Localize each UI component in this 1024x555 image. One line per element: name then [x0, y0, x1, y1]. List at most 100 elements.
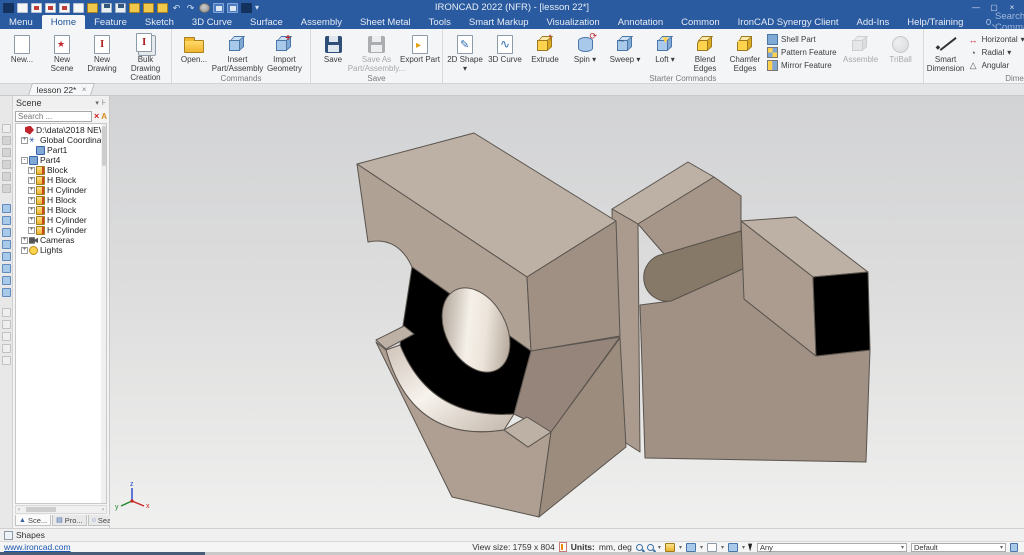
shapes-catalog-bar[interactable]: Shapes: [0, 528, 1024, 541]
export-part-button[interactable]: Export Part: [400, 31, 440, 65]
spin-button[interactable]: ⟳Spin ▾: [565, 31, 605, 65]
dimension-tool-icon[interactable]: [2, 320, 11, 329]
redo-icon[interactable]: ↷: [185, 3, 196, 13]
triball-button[interactable]: TriBall: [881, 31, 921, 65]
tree-item-h-cylinder[interactable]: +H Cylinder: [16, 215, 106, 225]
tab-feature[interactable]: Feature: [85, 15, 136, 29]
tab-3d-curve[interactable]: 3D Curve: [183, 15, 241, 29]
bulk-drawing-icon[interactable]: [59, 3, 70, 13]
tab-visualization[interactable]: Visualization: [538, 15, 609, 29]
docked-tool-icon[interactable]: [2, 160, 11, 169]
tree-item-h-block[interactable]: +H Block: [16, 205, 106, 215]
extrude-button[interactable]: ↑Extrude: [525, 31, 565, 65]
tree-item-h-block[interactable]: +H Block: [16, 175, 106, 185]
tree-item-part1[interactable]: Part1: [16, 145, 106, 155]
assemble-button[interactable]: Assemble: [841, 31, 881, 65]
snapshot-icon[interactable]: [213, 3, 224, 13]
qat-overflow-icon[interactable]: ▾: [255, 3, 259, 12]
new-drawing-icon[interactable]: [45, 3, 56, 13]
tab-home[interactable]: Home: [42, 15, 85, 29]
search-filter-icon[interactable]: A: [101, 112, 107, 121]
chamfer-edges-button[interactable]: Chamfer Edges: [725, 31, 765, 74]
tab-menu[interactable]: Menu: [0, 15, 42, 29]
tree-item-part4[interactable]: -Part4: [16, 155, 106, 165]
tab-annotation[interactable]: Annotation: [609, 15, 672, 29]
smart-dimension-button[interactable]: Smart Dimension: [926, 31, 966, 74]
viewport-3d[interactable]: z x y: [110, 96, 1024, 528]
document-tab[interactable]: lesson 22* ×: [28, 83, 95, 95]
document-tab-close-icon[interactable]: ×: [82, 85, 87, 94]
panel-tab-scene[interactable]: ▲Sce...: [15, 515, 51, 526]
dimension-tool-icon[interactable]: [2, 332, 11, 341]
list-icon[interactable]: [241, 3, 252, 13]
horizontal-dimension-button[interactable]: ↔Horizontal ▾: [968, 34, 1024, 45]
3d-curve-button[interactable]: 3D Curve: [485, 31, 525, 65]
catalog-shape-icon[interactable]: [2, 228, 11, 237]
tree-item-block[interactable]: +Block: [16, 165, 106, 175]
angular-dimension-button[interactable]: △Angular: [968, 60, 1024, 71]
radial-dimension-button[interactable]: ◔Radial ▾: [968, 47, 1024, 58]
docked-tool-icon[interactable]: [2, 136, 11, 145]
save-icon[interactable]: [101, 3, 112, 13]
catalog-shape-icon[interactable]: [2, 276, 11, 285]
zoom-icon[interactable]: [636, 544, 643, 551]
open-button[interactable]: Open...: [174, 31, 214, 65]
catalog-shape-icon[interactable]: [2, 204, 11, 213]
export-icon[interactable]: [157, 3, 168, 13]
open-template-icon[interactable]: [73, 3, 84, 13]
model-lesson22[interactable]: z x y: [110, 96, 1024, 528]
tree-horizontal-scrollbar[interactable]: ‹›: [15, 505, 107, 514]
tree-item-cameras[interactable]: +Cameras: [16, 235, 106, 245]
dimension-tool-icon[interactable]: [2, 344, 11, 353]
new-drawing-button[interactable]: New Drawing: [82, 31, 122, 74]
dimension-tool-icon[interactable]: [2, 356, 11, 365]
2d-shape-button[interactable]: 2D Shape ▾: [445, 31, 485, 74]
insert-part-assembly-button[interactable]: Insert Part/Assembly: [214, 31, 261, 74]
docked-tool-icon[interactable]: [2, 184, 11, 193]
open-folder-icon[interactable]: [87, 3, 98, 13]
save-as-button[interactable]: Save As Part/Assembly...: [353, 31, 400, 74]
tab-common[interactable]: Common: [672, 15, 729, 29]
panel-dropdown-icon[interactable]: ▾: [95, 99, 99, 107]
pattern-feature-button[interactable]: Pattern Feature: [767, 47, 837, 58]
tree-vertical-scrollbar[interactable]: [101, 124, 106, 503]
docked-tool-icon[interactable]: [2, 148, 11, 157]
scene-search-input[interactable]: [15, 111, 92, 122]
catalog-shape-icon[interactable]: [2, 288, 11, 297]
tab-surface[interactable]: Surface: [241, 15, 292, 29]
tab-smart-markup[interactable]: Smart Markup: [460, 15, 538, 29]
blend-edges-button[interactable]: Blend Edges: [685, 31, 725, 74]
tab-sketch[interactable]: Sketch: [136, 15, 183, 29]
sweep-button[interactable]: ~Sweep ▾: [605, 31, 645, 65]
part-body[interactable]: [357, 133, 870, 517]
tree-item-root[interactable]: D:\data\2018 NEW\Word: [16, 125, 106, 135]
tab-assembly[interactable]: Assembly: [292, 15, 351, 29]
tab-add-ins[interactable]: Add-Ins: [848, 15, 899, 29]
tree-item-h-block[interactable]: +H Block: [16, 195, 106, 205]
minimize-button[interactable]: —: [968, 2, 984, 13]
new-button[interactable]: New...: [2, 31, 42, 65]
catalog-shape-icon[interactable]: [2, 240, 11, 249]
perspective-icon[interactable]: [728, 543, 738, 552]
panel-tab-properties[interactable]: ▤Pro...: [52, 515, 87, 526]
configuration-combo[interactable]: Default▾: [911, 543, 1006, 552]
bulk-drawing-creation-button[interactable]: Bulk Drawing Creation: [122, 31, 169, 83]
camera-view-icon[interactable]: [665, 543, 675, 552]
new-scene-button[interactable]: New Scene: [42, 31, 82, 74]
ironcad-website-link[interactable]: www.ironcad.com: [4, 542, 71, 552]
catalog-shape-icon[interactable]: [2, 264, 11, 273]
loft-button[interactable]: ▼Loft ▾: [645, 31, 685, 65]
render-icon[interactable]: [199, 3, 210, 13]
new-icon[interactable]: [17, 3, 28, 13]
command-search[interactable]: Search Commands...: [986, 15, 1024, 29]
notify-icon[interactable]: [143, 3, 154, 13]
undo-icon[interactable]: ↶: [171, 3, 182, 13]
catalog-shape-icon[interactable]: [2, 216, 11, 225]
settings-icon[interactable]: [129, 3, 140, 13]
panel-pin-icon[interactable]: ⊦: [102, 98, 106, 107]
tab-tools[interactable]: Tools: [420, 15, 460, 29]
save-as-icon[interactable]: [115, 3, 126, 13]
display-config-icon[interactable]: [707, 543, 717, 552]
config-manager-icon[interactable]: [1010, 543, 1018, 552]
clear-search-icon[interactable]: ×: [94, 111, 99, 121]
